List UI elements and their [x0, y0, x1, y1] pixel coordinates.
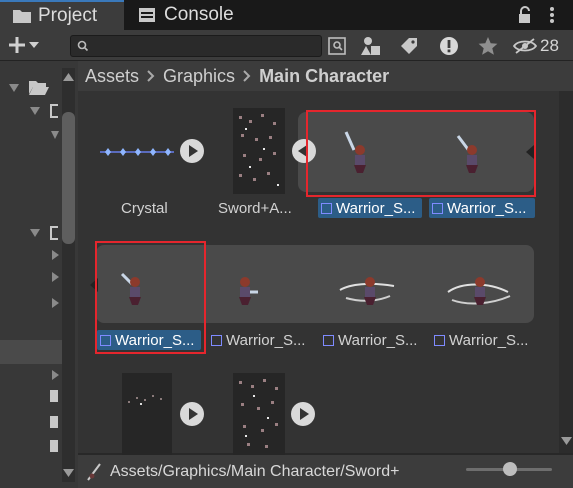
- search-input[interactable]: [70, 35, 322, 57]
- sprite-asset-icon: [432, 202, 443, 214]
- chevron-right-icon: [243, 70, 251, 82]
- warrior-slash-sprite-icon: [339, 277, 395, 305]
- sprite-asset-icon: [434, 334, 445, 346]
- chevron-down-icon[interactable]: [30, 229, 40, 237]
- crystal-thumbnail[interactable]: [100, 145, 174, 159]
- file-icon: [50, 390, 58, 402]
- sprite-sheet-thumbnail[interactable]: [233, 373, 285, 455]
- more-options-icon[interactable]: [546, 6, 558, 24]
- sprite-asset-icon: [87, 462, 101, 481]
- tree-scrollbar-thumb[interactable]: [62, 112, 75, 244]
- tab-project-label: Project: [38, 5, 98, 26]
- status-bar: Assets/Graphics/Main Character/Sword+: [78, 455, 573, 488]
- tab-project[interactable]: Project: [0, 0, 124, 30]
- filter-log-button[interactable]: [438, 35, 460, 57]
- shapes-icon: [361, 37, 380, 55]
- sprite-sheet-thumbnail[interactable]: [122, 373, 172, 455]
- folder-icon: [50, 226, 58, 240]
- tab-console[interactable]: Console: [128, 0, 258, 30]
- chevron-down-icon: [29, 42, 39, 48]
- asset-label-warrior-1[interactable]: Warrior_S...: [318, 198, 422, 218]
- sprite-sheet-icon: [128, 395, 162, 405]
- tree-item-selected[interactable]: [0, 340, 62, 364]
- chevron-right-icon[interactable]: [52, 250, 59, 260]
- sword-sheet-thumbnail[interactable]: [233, 108, 285, 194]
- chevron-right-icon[interactable]: [52, 370, 59, 380]
- play-icon: [300, 408, 309, 420]
- chevron-right-icon[interactable]: [52, 272, 59, 282]
- console-icon: [139, 8, 155, 22]
- hidden-count: 28: [540, 36, 559, 55]
- folder-icon: [13, 10, 31, 23]
- scroll-up-icon[interactable]: [63, 73, 74, 81]
- hidden-packages-toggle[interactable]: 28: [512, 35, 568, 57]
- create-dropdown-button[interactable]: [6, 33, 50, 57]
- breadcrumb-main-character[interactable]: Main Character: [259, 66, 389, 87]
- breadcrumb: Assets Graphics Main Character: [78, 61, 573, 91]
- folder-icon: [50, 104, 58, 118]
- selected-asset-path: Assets/Graphics/Main Character/Sword+: [110, 462, 400, 480]
- tag-icon: [401, 38, 417, 54]
- asset-label-warrior-6[interactable]: Warrior_S...: [431, 330, 537, 350]
- asset-label-crystal[interactable]: Crystal: [121, 198, 168, 218]
- chevron-right-icon: [147, 70, 155, 82]
- lock-icon[interactable]: [516, 6, 534, 24]
- chevron-down-icon[interactable]: [51, 131, 59, 139]
- file-icon: [50, 440, 58, 452]
- scroll-down-icon[interactable]: [63, 469, 74, 477]
- play-icon: [189, 408, 198, 420]
- warning-icon: [440, 37, 458, 55]
- search-scene-icon: [328, 37, 346, 55]
- search-icon: [77, 40, 89, 52]
- favorites-button[interactable]: [477, 35, 499, 57]
- star-icon: [478, 37, 498, 55]
- eye-hidden-icon: [512, 38, 538, 54]
- file-icon: [50, 416, 58, 428]
- sprite-asset-icon: [323, 334, 334, 346]
- highlight-box: [95, 241, 206, 354]
- sprite-sheet-icon: [239, 114, 279, 186]
- sprite-asset-icon: [321, 202, 332, 214]
- tab-console-label: Console: [164, 4, 234, 25]
- play-button[interactable]: [291, 402, 315, 426]
- sprite-asset-icon: [211, 334, 222, 346]
- warrior-sprite-icon: [239, 277, 258, 305]
- asset-label-sword-sheet[interactable]: Sword+A...: [218, 198, 292, 218]
- play-icon: [189, 145, 198, 157]
- play-button[interactable]: [180, 402, 204, 426]
- zoom-slider-handle[interactable]: [503, 462, 517, 476]
- chevron-right-icon[interactable]: [52, 298, 59, 308]
- breadcrumb-graphics[interactable]: Graphics: [163, 66, 235, 87]
- asset-label-warrior-5[interactable]: Warrior_S...: [320, 330, 426, 350]
- highlight-box: [306, 110, 536, 197]
- asset-label-warrior-4[interactable]: Warrior_S...: [208, 330, 314, 350]
- filter-by-type-button[interactable]: [360, 35, 382, 57]
- warrior-slash-sprite-icon: [447, 277, 511, 305]
- chevron-down-icon[interactable]: [30, 107, 40, 115]
- grid-scrollbar[interactable]: [559, 91, 573, 453]
- open-folder-icon: [29, 81, 49, 95]
- breadcrumb-assets[interactable]: Assets: [85, 66, 139, 87]
- search-in-scene-button[interactable]: [326, 35, 348, 57]
- sprite-sheet-icon: [239, 379, 278, 448]
- chevron-down-icon[interactable]: [9, 84, 19, 92]
- scroll-down-icon[interactable]: [561, 437, 572, 445]
- plus-icon: [9, 37, 25, 53]
- play-button[interactable]: [180, 139, 204, 163]
- asset-label-warrior-2[interactable]: Warrior_S...: [429, 198, 535, 218]
- filter-by-label-button[interactable]: [398, 35, 420, 57]
